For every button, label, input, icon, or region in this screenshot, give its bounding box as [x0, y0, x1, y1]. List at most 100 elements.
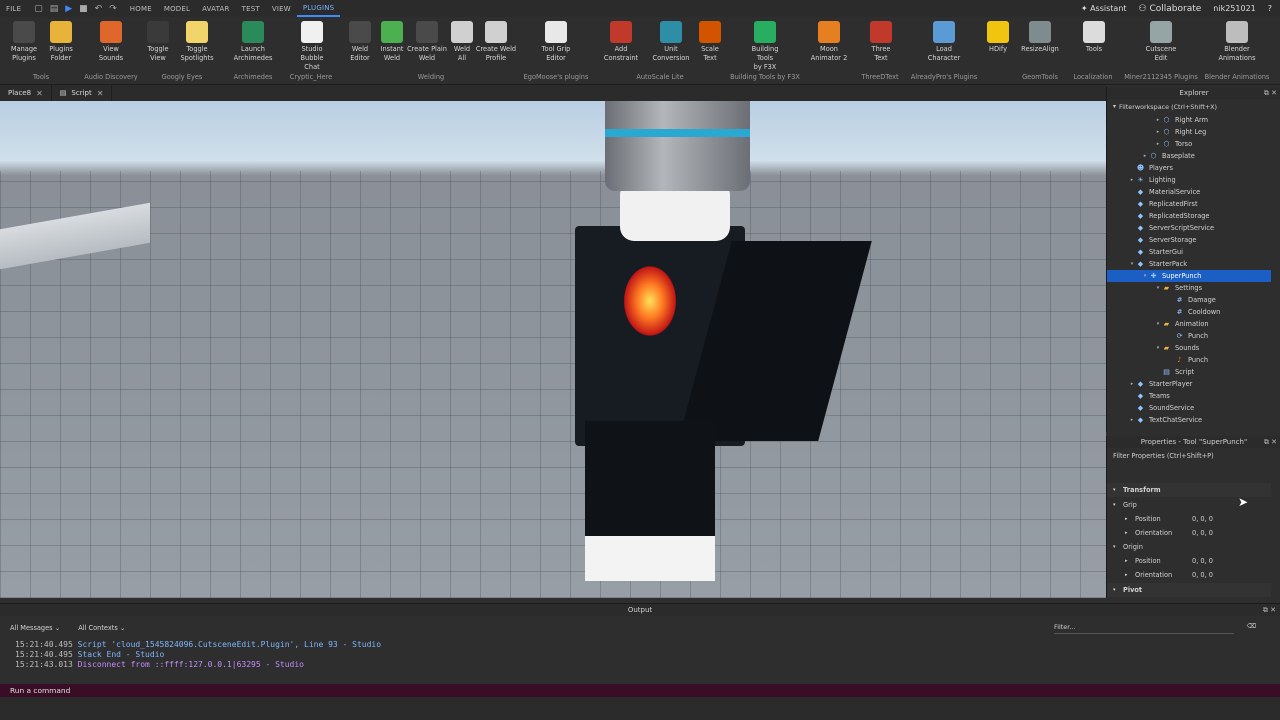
expand-arrow-icon[interactable]: ▸ — [1128, 381, 1136, 387]
expand-arrow-icon[interactable]: ▸ — [1125, 530, 1135, 536]
command-bar-input[interactable]: Run a command — [0, 684, 1280, 697]
messages-dropdown[interactable]: All Messages ⌄ — [10, 624, 60, 632]
property-row[interactable]: ▸ Position 0, 0, 0 — [1107, 512, 1271, 526]
tree-item[interactable]: ▾ ▰ Animation — [1107, 318, 1271, 330]
help-icon[interactable]: ? — [1268, 4, 1272, 13]
tree-item[interactable]: ▤ Script — [1107, 366, 1271, 378]
tree-item[interactable]: ▸ ⬡ Torso — [1107, 138, 1271, 150]
expand-arrow-icon[interactable]: ▸ — [1125, 558, 1135, 564]
tab-place8[interactable]: Place8 ✕ — [0, 85, 52, 101]
expand-arrow-icon[interactable]: ▸ — [1125, 572, 1135, 578]
collapse-icon[interactable]: ▾ — [1113, 103, 1116, 110]
tab-script[interactable]: ▤ Script ✕ — [52, 85, 113, 101]
expand-arrow-icon[interactable]: ▾ — [1113, 502, 1123, 508]
globe-tools-button[interactable]: Tools — [1072, 21, 1116, 54]
menu-view[interactable]: VIEW — [266, 5, 297, 13]
tree-item[interactable]: ◆ ReplicatedFirst — [1107, 198, 1271, 210]
expand-arrow-icon[interactable]: ▾ — [1113, 487, 1123, 493]
explorer-filter-input[interactable]: ▾ Filterworkspace (Ctrl+Shift+X) — [1113, 101, 1273, 112]
undo-icon[interactable]: ↶ — [95, 4, 103, 14]
3d-text-button[interactable]: Three Text — [859, 21, 903, 63]
contexts-dropdown[interactable]: All Contexts ⌄ — [78, 624, 125, 632]
tree-item[interactable]: ▸ ◆ TextChatService — [1107, 414, 1271, 426]
tree-item[interactable]: ▸ ⬡ Baseplate — [1107, 150, 1271, 162]
undock-icon[interactable]: ⧉ — [1263, 606, 1268, 614]
3d-viewport[interactable] — [0, 101, 1106, 598]
moon-button[interactable]: Moon Animator 2 — [807, 21, 851, 63]
load-character-button[interactable]: Load Character — [922, 21, 966, 63]
tree-item[interactable]: ▸ ☀ Lighting — [1107, 174, 1271, 186]
expand-arrow-icon[interactable]: ▾ — [1113, 587, 1123, 593]
redo-icon[interactable]: ↷ — [109, 4, 117, 14]
close-icon[interactable]: ✕ — [1271, 438, 1277, 446]
expand-arrow-icon[interactable]: ▸ — [1128, 177, 1136, 183]
close-icon[interactable]: ✕ — [36, 89, 43, 98]
play-icon[interactable]: ▶ — [65, 4, 72, 14]
chat-bubble-button[interactable]: Studio Bubble Chat — [290, 21, 334, 72]
unit-conversion-button[interactable]: Unit Conversion — [649, 21, 693, 63]
tree-item[interactable]: ♪ Punch — [1107, 354, 1271, 366]
f3x-button[interactable]: Building Tools by F3X — [743, 21, 787, 72]
archimedes-button[interactable]: Launch Archimedes — [231, 21, 275, 63]
menu-plugins[interactable]: PLUGINS — [296, 0, 341, 17]
undock-icon[interactable]: ⧉ — [1264, 438, 1269, 446]
property-row[interactable]: ▾ Origin — [1107, 540, 1271, 554]
property-row[interactable]: ▸ Position 0, 0, 0 — [1107, 554, 1271, 568]
tree-item[interactable]: # Cooldown — [1107, 306, 1271, 318]
clear-output-icon[interactable]: ⌫ — [1247, 622, 1256, 630]
output-line[interactable]: 15:21:40.495 Stack End - Studio — [15, 650, 164, 659]
menu-avatar[interactable]: AVATAR — [196, 5, 236, 13]
close-icon[interactable]: ✕ — [97, 89, 104, 98]
bulb-button[interactable]: Toggle Spotlights — [175, 21, 219, 63]
expand-arrow-icon[interactable]: ▸ — [1154, 129, 1162, 135]
expand-arrow-icon[interactable]: ▾ — [1128, 261, 1136, 267]
undock-icon[interactable]: ⧉ — [1264, 89, 1269, 97]
output-filter-input[interactable]: Filter... — [1054, 623, 1234, 634]
tree-item[interactable]: ▾ ▰ Settings — [1107, 282, 1271, 294]
close-icon[interactable]: ✕ — [1271, 89, 1277, 97]
property-row[interactable]: ▸ Orientation 0, 0, 0 — [1107, 526, 1271, 540]
expand-arrow-icon[interactable]: ▾ — [1154, 285, 1162, 291]
eyes-button[interactable]: Toggle View — [136, 21, 180, 63]
new-file-icon[interactable]: ▢ — [34, 4, 43, 14]
expand-arrow-icon[interactable]: ▸ — [1154, 117, 1162, 123]
tree-item[interactable]: ☻ Players — [1107, 162, 1271, 174]
constraint-button[interactable]: Add Constraint — [599, 21, 643, 63]
tool-grip-button[interactable]: Tool Grip Editor — [534, 21, 578, 63]
properties-filter-input[interactable]: Filter Properties (Ctrl+Shift+P) — [1113, 452, 1214, 460]
save-icon[interactable]: ▤ — [50, 4, 59, 14]
weld-profile-button[interactable]: Create Weld Profile — [474, 21, 518, 63]
expand-arrow-icon[interactable]: ▸ — [1128, 417, 1136, 423]
hdify-button[interactable]: HDify — [976, 21, 1020, 54]
expand-arrow-icon[interactable]: ▾ — [1113, 544, 1123, 550]
expand-arrow-icon[interactable]: ▾ — [1141, 273, 1149, 279]
menu-file[interactable]: FILE — [0, 5, 27, 13]
blender-button[interactable]: Blender Animations — [1215, 21, 1259, 63]
property-row[interactable]: ▾ Pivot — [1107, 583, 1271, 597]
tree-item[interactable]: ▸ ◆ StarterPlayer — [1107, 378, 1271, 390]
expand-arrow-icon[interactable]: ▾ — [1154, 345, 1162, 351]
tree-item[interactable]: ▾ ▰ Sounds — [1107, 342, 1271, 354]
menu-model[interactable]: MODEL — [158, 5, 196, 13]
output-line[interactable]: 15:21:40.495 Script 'cloud_1545824096.Cu… — [15, 640, 381, 649]
expand-arrow-icon[interactable]: ▾ — [1154, 321, 1162, 327]
tree-item[interactable]: ▸ ⬡ Right Arm — [1107, 114, 1271, 126]
tree-item[interactable]: ▾ ◆ StarterPack — [1107, 258, 1271, 270]
tree-item[interactable]: ◆ ReplicatedStorage — [1107, 210, 1271, 222]
username-label[interactable]: nik251021 — [1213, 4, 1255, 13]
folder-button[interactable]: Plugins Folder — [39, 21, 83, 63]
property-value[interactable]: 0, 0, 0 — [1192, 571, 1213, 579]
expand-arrow-icon[interactable]: ▸ — [1154, 141, 1162, 147]
character-avatar[interactable] — [555, 101, 872, 598]
tree-item[interactable]: ◆ ServerStorage — [1107, 234, 1271, 246]
tree-item[interactable]: ◆ ServerScriptService — [1107, 222, 1271, 234]
property-value[interactable]: 0, 0, 0 — [1192, 515, 1213, 523]
close-icon[interactable]: ✕ — [1270, 606, 1276, 614]
tree-item[interactable]: ▸ ⬡ Right Leg — [1107, 126, 1271, 138]
property-row[interactable]: ▸ Orientation 0, 0, 0 — [1107, 568, 1271, 582]
resize-align-button[interactable]: ResizeAlign — [1018, 21, 1062, 54]
tree-item[interactable]: ⟳ Punch — [1107, 330, 1271, 342]
tree-item[interactable]: ◆ Teams — [1107, 390, 1271, 402]
tree-item[interactable]: ◆ StarterGui — [1107, 246, 1271, 258]
expand-arrow-icon[interactable]: ▸ — [1125, 516, 1135, 522]
